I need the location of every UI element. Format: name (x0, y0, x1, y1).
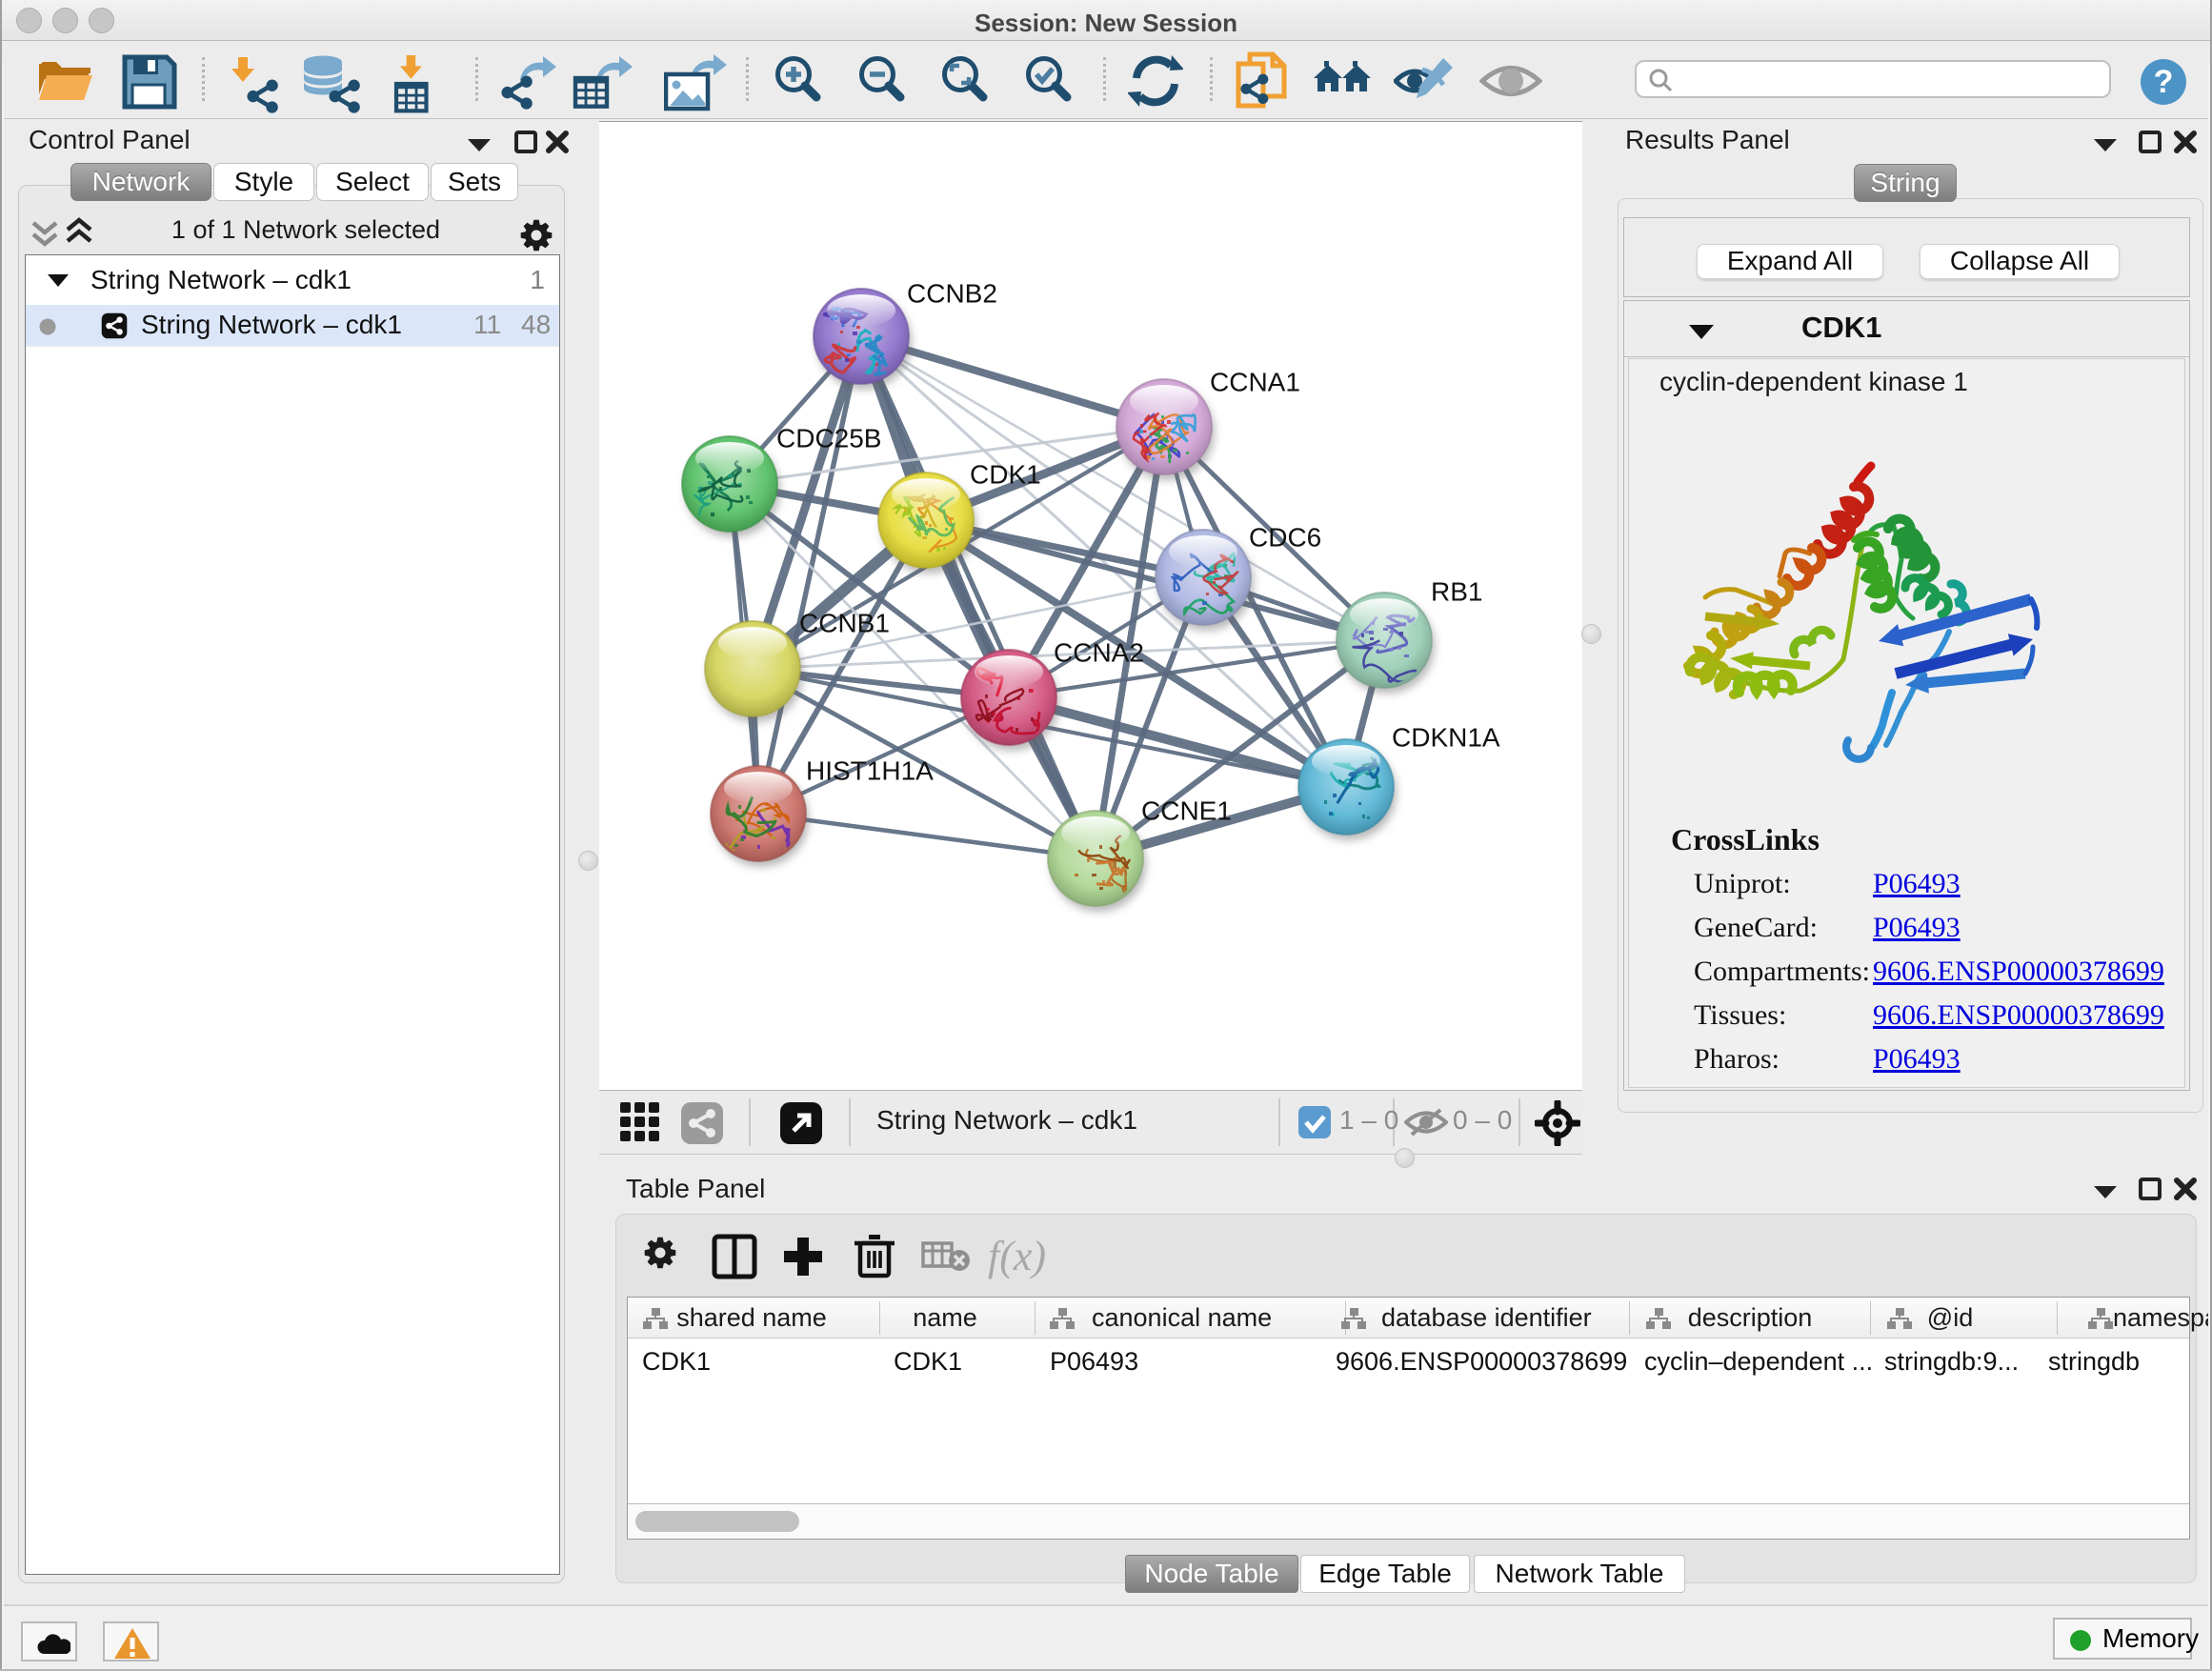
svg-text:CCNE1: CCNE1 (1141, 796, 1232, 826)
svg-text:CDKN1A: CDKN1A (1392, 723, 1500, 753)
svg-text:CDK1: CDK1 (970, 460, 1041, 490)
svg-text:CDC6: CDC6 (1249, 523, 1321, 553)
svg-text:?: ? (2154, 64, 2174, 100)
svg-text:CCNA2: CCNA2 (1054, 638, 1144, 668)
svg-text:CCNB1: CCNB1 (799, 609, 890, 638)
svg-text:CCNB2: CCNB2 (907, 279, 997, 309)
svg-text:CCNA1: CCNA1 (1210, 368, 1300, 397)
svg-text:HIST1H1A: HIST1H1A (806, 756, 934, 786)
svg-text:CDC25B: CDC25B (776, 424, 881, 453)
svg-text:RB1: RB1 (1431, 577, 1482, 607)
